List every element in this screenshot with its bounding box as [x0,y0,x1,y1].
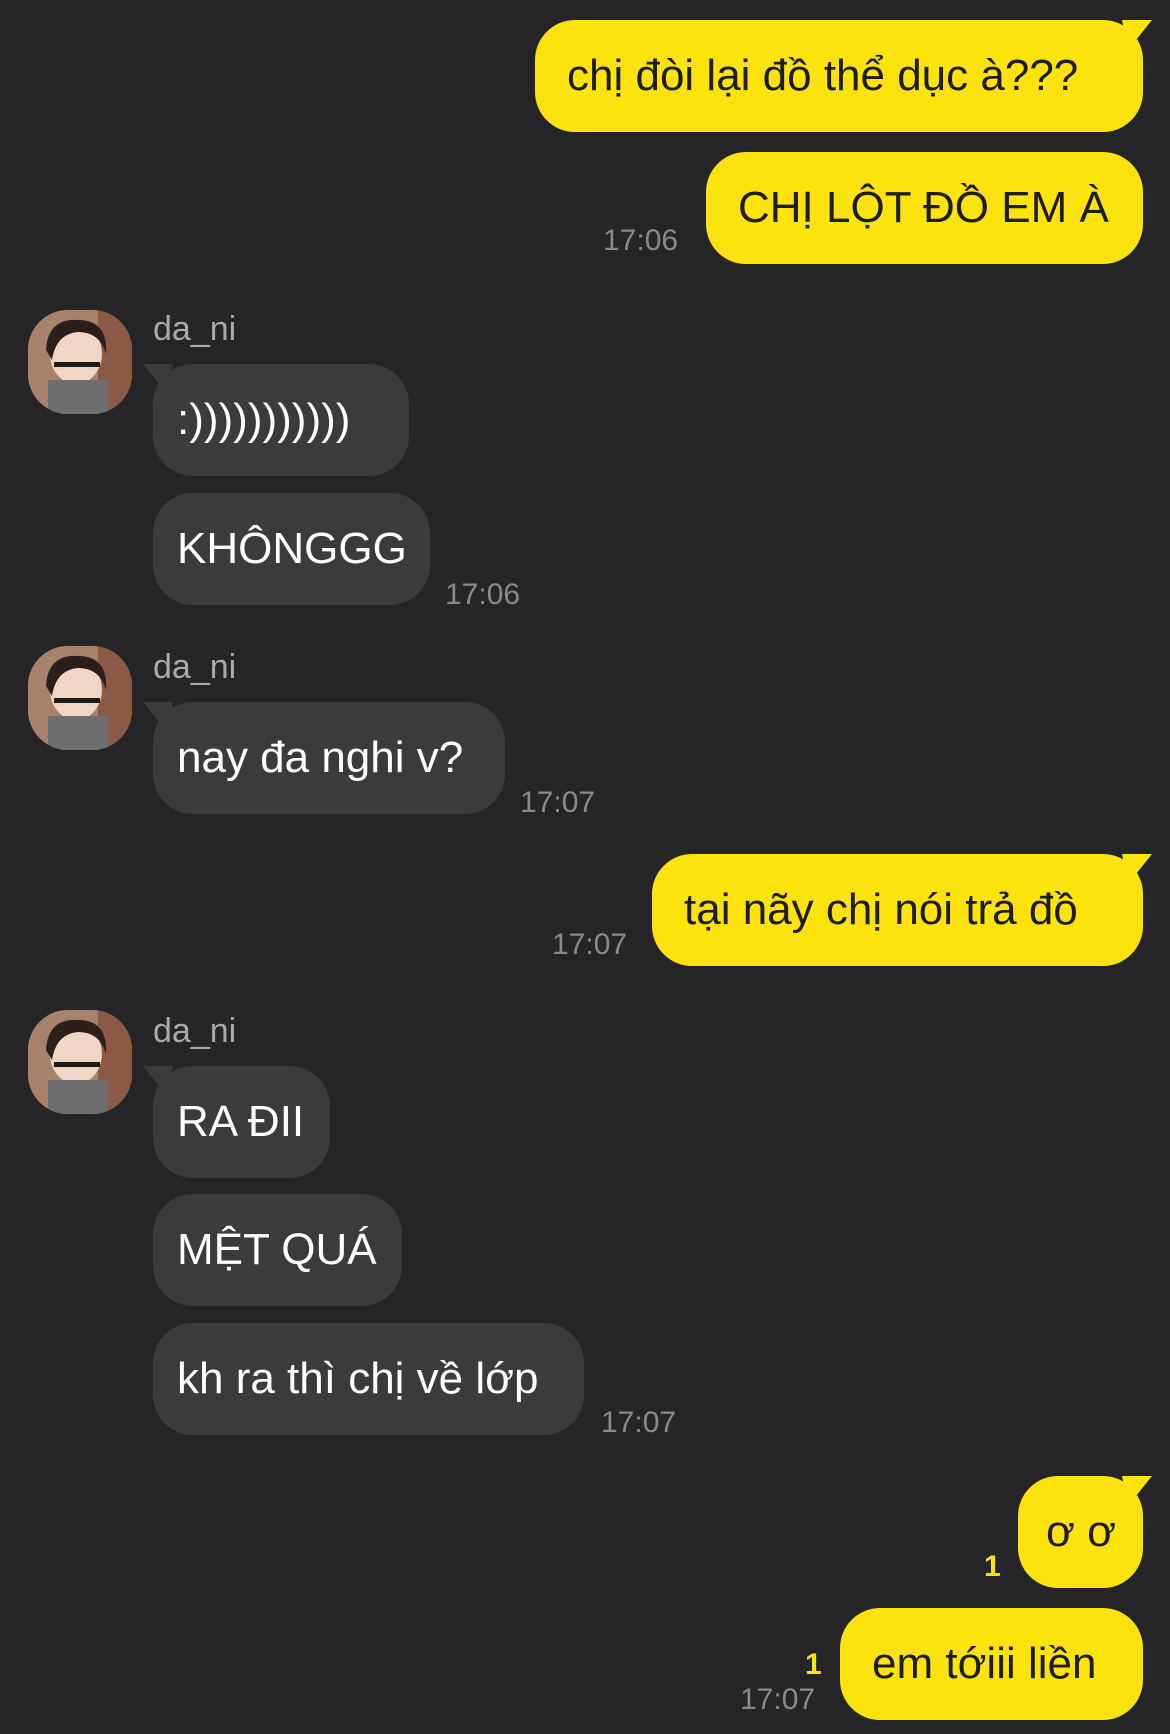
contact-avatar[interactable] [28,1010,132,1114]
message-timestamp: 17:06 [603,224,679,257]
sender-name: da_ni [153,648,237,686]
message-text: ơ ơ [1046,1507,1116,1556]
message-text: KHÔNGGG [177,524,407,573]
message-text: MỆT QUÁ [177,1225,377,1274]
message-timestamp: 17:06 [445,578,521,611]
message-bubble-incoming[interactable]: nay đa nghi v? [153,702,505,814]
message-bubble-outgoing[interactable]: em tớiii liền [840,1608,1143,1720]
message-text: CHỊ LỘT ĐỒ EM À [738,183,1109,232]
unread-count: 1 [984,1550,1001,1583]
message-timestamp: 17:07 [520,786,596,819]
message-bubble-outgoing[interactable]: chị đòi lại đồ thể dục à??? [535,20,1143,132]
bubble-tail [1122,20,1152,50]
message-text: chị đòi lại đồ thể dục à??? [567,51,1079,100]
message-text: :))))))))))) [177,395,351,444]
unread-count: 1 [805,1648,822,1681]
message-bubble-incoming[interactable]: KHÔNGGG [153,493,430,605]
bubble-tail [1122,854,1152,884]
message-bubble-incoming[interactable]: RA ĐII [153,1066,330,1178]
message-bubble-incoming[interactable]: MỆT QUÁ [153,1194,402,1306]
bubble-tail [143,702,173,732]
avatar-photo-icon [28,310,132,414]
contact-avatar[interactable] [28,646,132,750]
bubble-tail [143,364,173,394]
sender-name: da_ni [153,1012,237,1050]
sender-name: da_ni [153,310,237,348]
message-bubble-incoming[interactable]: kh ra thì chị về lớp [153,1323,584,1435]
message-text: em tớiii liền [872,1639,1097,1688]
avatar-photo-icon [28,1010,132,1114]
contact-avatar[interactable] [28,310,132,414]
bubble-tail [143,1066,173,1096]
message-bubble-outgoing[interactable]: CHỊ LỘT ĐỒ EM À [706,152,1143,264]
message-timestamp: 17:07 [601,1406,677,1439]
message-timestamp: 17:07 [552,928,628,961]
message-text: nay đa nghi v? [177,733,464,782]
message-bubble-outgoing[interactable]: tại nãy chị nói trả đồ [652,854,1143,966]
bubble-tail [1122,1476,1152,1506]
message-text: tại nãy chị nói trả đồ [684,885,1078,934]
message-bubble-incoming[interactable]: :))))))))))) [153,364,409,476]
message-timestamp: 17:07 [740,1683,816,1716]
avatar-photo-icon [28,646,132,750]
message-text: RA ĐII [177,1097,305,1146]
message-text: kh ra thì chị về lớp [177,1354,539,1403]
